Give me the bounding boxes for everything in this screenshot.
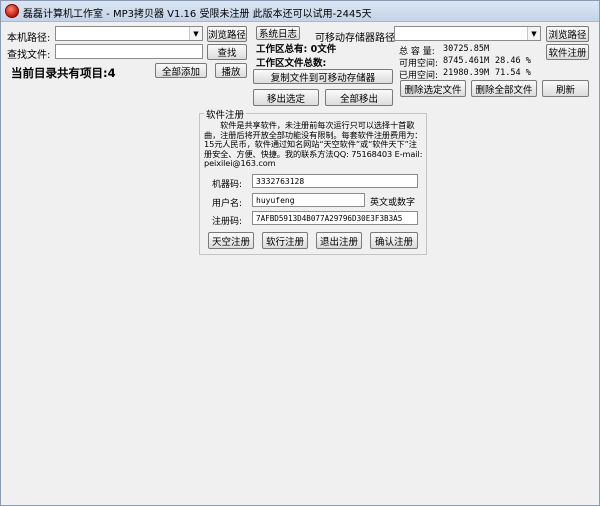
find-file-label: 查找文件: bbox=[7, 50, 51, 61]
remove-selected-button[interactable]: 移出选定 bbox=[253, 89, 319, 106]
title-bar[interactable]: 磊磊计算机工作室 - MP3拷贝器 V1.16 受限未注册 此版本还可以试用-2… bbox=[1, 1, 599, 22]
local-path-select[interactable]: ▼ bbox=[55, 26, 203, 41]
find-file-input[interactable] bbox=[55, 44, 203, 59]
reg-code-value: 7AFBD5913D4B077A29796D30E3F3B3A5 bbox=[256, 214, 403, 223]
current-items-count: 当前目录共有项目:4 bbox=[11, 66, 116, 80]
window-title: 磊磊计算机工作室 - MP3拷贝器 V1.16 受限未注册 此版本还可以试用-2… bbox=[23, 9, 372, 20]
register-group-title: 软件注册 bbox=[204, 107, 247, 121]
removable-browse-button[interactable]: 浏览路径 bbox=[546, 26, 589, 42]
free-space-percent: 28.46 % bbox=[495, 56, 531, 66]
local-browse-button[interactable]: 浏览路径 bbox=[207, 26, 247, 42]
chevron-down-icon[interactable]: ▼ bbox=[189, 27, 202, 40]
add-all-button[interactable]: 全部添加 bbox=[155, 63, 207, 78]
reg-code-field[interactable]: 7AFBD5913D4B077A29796D30E3F3B3A5 bbox=[252, 211, 418, 225]
delete-selected-button[interactable]: 删除选定文件 bbox=[400, 80, 466, 97]
username-hint: 英文或数字 bbox=[370, 198, 416, 208]
register-group: 软件注册 软件是共享软件，未注册前每次运行只可以选择十首歌曲，注册后将开放全部功… bbox=[199, 107, 427, 255]
find-button[interactable]: 查找 bbox=[207, 44, 247, 60]
machine-code-value: 3332763128 bbox=[256, 177, 305, 186]
remove-all-button[interactable]: 全部移出 bbox=[325, 89, 393, 106]
main-window: 磊磊计算机工作室 - MP3拷贝器 V1.16 受限未注册 此版本还可以试用-2… bbox=[0, 0, 600, 506]
removable-path-label: 可移动存储器路径: bbox=[315, 33, 399, 44]
machine-code-label: 机器码: bbox=[212, 180, 243, 190]
system-log-button[interactable]: 系统日志 bbox=[256, 26, 300, 40]
free-space-value: 8745.461M bbox=[443, 56, 490, 66]
copy-to-removable-button[interactable]: 复制文件到可移动存储器 bbox=[253, 69, 393, 84]
total-capacity-value: 30725.85M bbox=[443, 44, 490, 54]
register-button[interactable]: 软件注册 bbox=[546, 44, 589, 60]
used-space-percent: 71.54 % bbox=[495, 68, 531, 78]
machine-code-field[interactable]: 3332763128 bbox=[252, 174, 418, 188]
reg-code-label: 注册码: bbox=[212, 217, 243, 227]
sky-register-button[interactable]: 天空注册 bbox=[208, 232, 254, 249]
refresh-button[interactable]: 刷新 bbox=[542, 80, 589, 97]
app-icon bbox=[5, 4, 19, 18]
softworld-register-button[interactable]: 软行注册 bbox=[262, 232, 308, 249]
username-value: huyufeng bbox=[256, 196, 295, 205]
used-space-value: 21980.39M bbox=[443, 68, 490, 78]
chevron-down-icon[interactable]: ▼ bbox=[527, 27, 540, 40]
local-path-label: 本机路径: bbox=[7, 33, 51, 44]
delete-all-button[interactable]: 删除全部文件 bbox=[471, 80, 537, 97]
username-label: 用户名: bbox=[212, 199, 243, 209]
workspace-size: 工作区文件总数: bbox=[256, 58, 327, 69]
confirm-register-button[interactable]: 确认注册 bbox=[370, 232, 418, 249]
register-info-text: 软件是共享软件，未注册前每次运行只可以选择十首歌曲，注册后将开放全部功能没有限制… bbox=[204, 120, 423, 169]
removable-path-select[interactable]: ▼ bbox=[394, 26, 541, 41]
play-button[interactable]: 播放 bbox=[215, 63, 247, 78]
username-field[interactable]: huyufeng bbox=[252, 193, 365, 207]
exit-register-button[interactable]: 退出注册 bbox=[316, 232, 362, 249]
